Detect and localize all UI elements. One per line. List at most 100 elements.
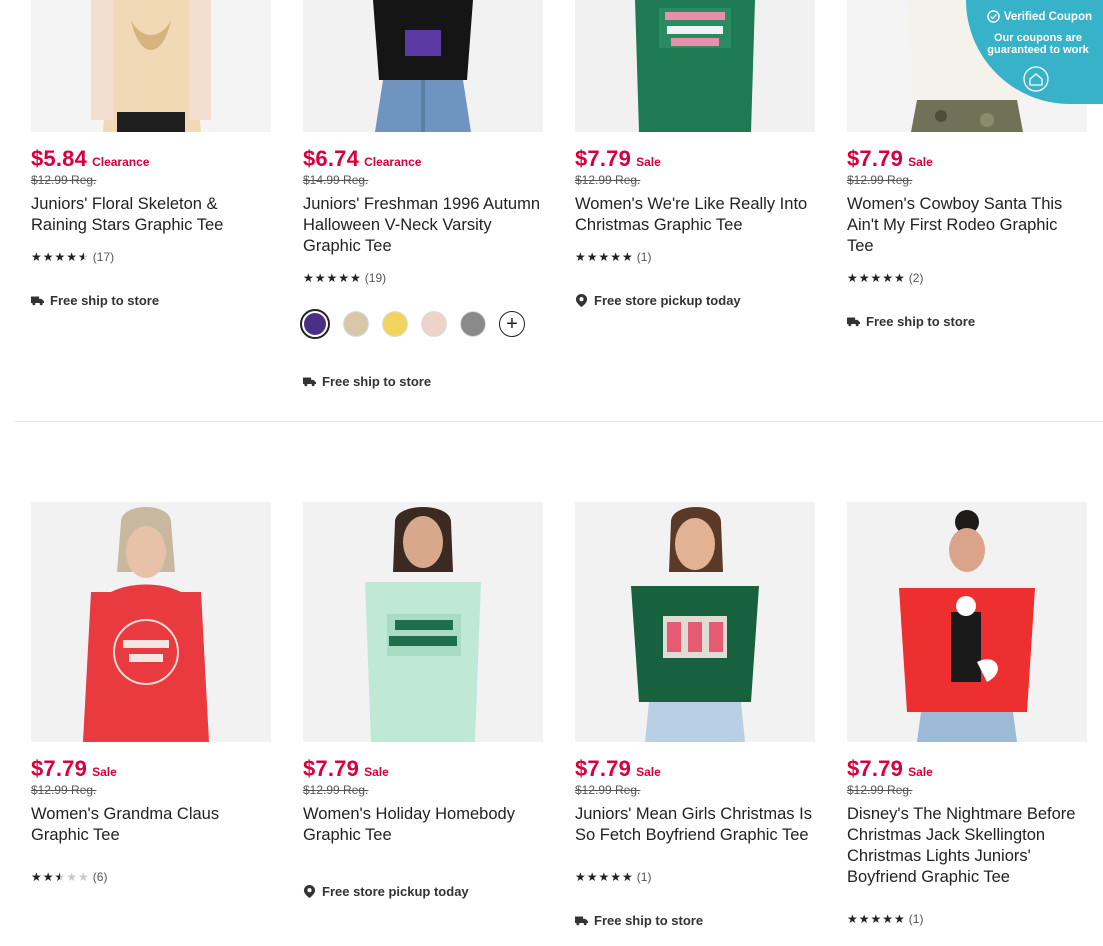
color-swatches: + [300, 309, 543, 339]
fulfillment-label: Free store pickup today [594, 292, 741, 308]
color-swatch[interactable] [421, 311, 447, 337]
review-count: (1) [908, 912, 924, 926]
rating[interactable]: ★★★★★ ★★★★★ (1) [575, 870, 815, 884]
price-type: Sale [364, 765, 389, 779]
sale-price: $7.79 [847, 756, 904, 781]
rating[interactable]: ★★★★★★★★★★ (6) [31, 870, 271, 884]
row-divider [15, 421, 1103, 422]
price-type: Sale [908, 155, 933, 169]
review-count: (1) [636, 250, 652, 264]
sale-price: $7.79 [575, 756, 632, 781]
star-rating: ★★★★★★★★★★ [31, 250, 90, 264]
price-type: Sale [636, 155, 661, 169]
price-row: $5.84 Clearance [31, 146, 271, 172]
review-count: (2) [908, 271, 924, 285]
sale-price: $7.79 [31, 756, 88, 781]
product-image[interactable] [575, 0, 815, 132]
product-title[interactable]: Women's Holiday Homebody Graphic Tee [303, 804, 543, 846]
price-type: Clearance [92, 155, 150, 169]
regular-price: $12.99 Reg. [31, 173, 97, 187]
product-card-mean-girls[interactable]: $7.79 Sale $12.99 Reg. Juniors' Mean Gir… [575, 502, 815, 928]
fulfillment: Free store pickup today [303, 883, 543, 899]
fulfillment-label: Free store pickup today [322, 883, 469, 899]
regular-price: $12.99 Reg. [847, 783, 913, 797]
review-count: (19) [364, 271, 387, 285]
coupon-title: Verified Coupon [1003, 10, 1092, 23]
more-colors-plus-icon[interactable]: + [499, 311, 525, 337]
price-type: Clearance [364, 155, 422, 169]
price-type: Sale [908, 765, 933, 779]
product-image[interactable] [31, 0, 271, 132]
product-image[interactable] [303, 0, 543, 132]
product-title[interactable]: Juniors' Freshman 1996 Autumn Halloween … [303, 194, 543, 257]
product-title[interactable]: Juniors' Floral Skeleton & Raining Stars… [31, 194, 271, 236]
fulfillment: Free store pickup today [575, 292, 815, 308]
fulfillment: Free ship to store [575, 912, 815, 928]
product-image[interactable] [303, 502, 543, 742]
product-card-really-into-christmas[interactable]: $7.79 Sale $12.99 Reg. Women's We're Lik… [575, 0, 815, 308]
price-row: $7.79 Sale [847, 756, 1087, 782]
product-card-floral-skeleton[interactable]: $5.84 Clearance $12.99 Reg. Juniors' Flo… [31, 0, 271, 308]
product-card-jack-skellington[interactable]: $7.79 Sale $12.99 Reg. Disney's The Nigh… [847, 502, 1087, 926]
fulfillment: Free ship to store [303, 373, 543, 389]
price-type: Sale [92, 765, 117, 779]
product-title[interactable]: Disney's The Nightmare Before Christmas … [847, 804, 1087, 888]
fulfillment-label: Free ship to store [50, 292, 160, 308]
color-swatch[interactable] [300, 309, 330, 339]
coupon-title-row: Verified Coupon [966, 10, 1092, 23]
truck-icon [847, 316, 860, 326]
star-rating: ★★★★★★★★★★ [303, 271, 362, 285]
product-image[interactable] [31, 502, 271, 742]
product-photo [31, 502, 271, 742]
product-card-freshman-1996[interactable]: $6.74 Clearance $14.99 Reg. Juniors' Fre… [300, 0, 543, 389]
truck-icon [303, 376, 316, 386]
product-photo [575, 0, 815, 132]
product-card-holiday-homebody[interactable]: $7.79 Sale $12.99 Reg. Women's Holiday H… [303, 502, 543, 899]
sale-price: $7.79 [847, 146, 904, 171]
regular-price: $12.99 Reg. [575, 173, 641, 187]
review-count: (6) [92, 870, 108, 884]
star-rating: ★★★★★★★★★★ [847, 912, 906, 926]
product-image[interactable] [847, 502, 1087, 742]
review-count: (17) [92, 250, 115, 264]
sale-price: $7.79 [575, 146, 632, 171]
check-circle-icon [987, 10, 1000, 23]
fulfillment-label: Free ship to store [322, 373, 432, 389]
regular-price: $12.99 Reg. [31, 783, 97, 797]
star-rating: ★★★★★★★★★★ [31, 870, 90, 884]
product-title[interactable]: Juniors' Mean Girls Christmas Is So Fetc… [575, 804, 815, 846]
fulfillment-label: Free ship to store [594, 912, 704, 928]
rating[interactable]: ★★★★★ ★★★★★ (1) [847, 912, 1087, 926]
product-photo [31, 0, 271, 132]
color-swatch[interactable] [382, 311, 408, 337]
pin-icon [303, 884, 316, 898]
product-title[interactable]: Women's We're Like Really Into Christmas… [575, 194, 815, 236]
product-title[interactable]: Women's Cowboy Santa This Ain't My First… [847, 194, 1087, 257]
regular-price: $12.99 Reg. [847, 173, 913, 187]
review-count: (1) [636, 870, 652, 884]
truck-icon [575, 915, 588, 925]
color-swatch[interactable] [343, 311, 369, 337]
price-row: $7.79 Sale [31, 756, 271, 782]
price-row: $7.79 Sale [847, 146, 1087, 172]
rating[interactable]: ★★★★★ ★★★★★ (1) [575, 250, 815, 264]
rating[interactable]: ★★★★★ ★★★★★ (2) [847, 271, 1087, 285]
product-photo [303, 0, 543, 132]
product-photo [303, 502, 543, 742]
regular-price: $14.99 Reg. [303, 173, 369, 187]
coupon-shield-icon [1023, 66, 1049, 92]
product-card-grandma-claus[interactable]: $7.79 Sale $12.99 Reg. Women's Grandma C… [31, 502, 271, 884]
price-type: Sale [636, 765, 661, 779]
product-title[interactable]: Women's Grandma Claus Graphic Tee [31, 804, 271, 846]
rating[interactable]: ★★★★★ ★★★★★ (19) [303, 271, 543, 285]
star-rating: ★★★★★★★★★★ [847, 271, 906, 285]
star-rating: ★★★★★★★★★★ [575, 250, 634, 264]
rating[interactable]: ★★★★★★★★★★ (17) [31, 250, 271, 264]
color-swatch[interactable] [460, 311, 486, 337]
regular-price: $12.99 Reg. [575, 783, 641, 797]
coupon-subtitle: Our coupons are guaranteed to work [987, 32, 1089, 56]
sale-price: $6.74 [303, 146, 360, 171]
product-image[interactable] [575, 502, 815, 742]
product-photo [847, 502, 1087, 742]
price-row: $7.79 Sale [575, 756, 815, 782]
